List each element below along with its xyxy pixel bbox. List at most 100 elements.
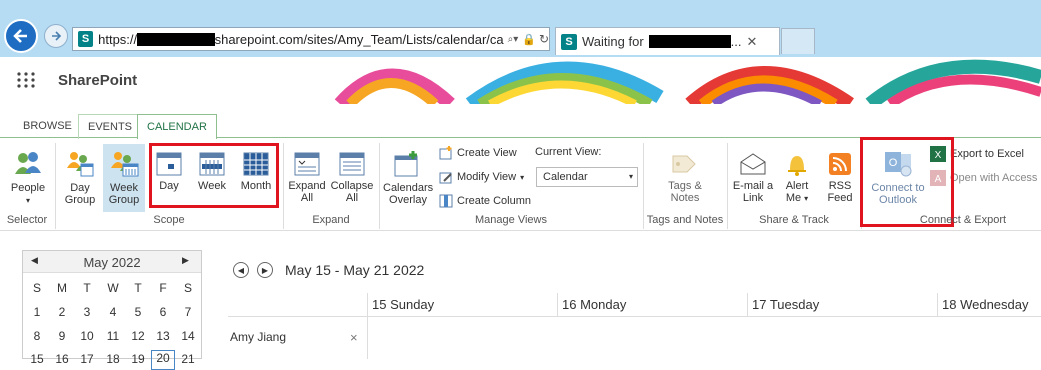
email-icon: [740, 153, 766, 175]
date-cell[interactable]: 16: [50, 352, 74, 366]
sharepoint-brand[interactable]: SharePoint: [58, 72, 137, 89]
current-view-label: Current View:: [535, 146, 602, 158]
date-cell[interactable]: 3: [75, 305, 99, 319]
date-picker-month: May 2022: [83, 255, 141, 270]
calendars-overlay-button[interactable]: Calendars Overlay: [383, 150, 433, 206]
new-tab-button[interactable]: [781, 28, 815, 54]
lock-icon: 🔒: [522, 33, 536, 46]
day-group-label-2: Group: [64, 194, 96, 206]
rainbow-banner-image: [334, 59, 1041, 104]
tab-ellipsis: ...: [730, 34, 742, 49]
current-view-select[interactable]: Calendar ▾: [536, 167, 638, 187]
week-group-icon: [111, 152, 139, 177]
group-label-connect: Connect & Export: [919, 214, 1007, 226]
tab-redaction: [648, 35, 731, 48]
group-label-tags: Tags and Notes: [646, 214, 724, 226]
modify-view-icon: [439, 172, 452, 184]
date-cell[interactable]: 7: [176, 305, 200, 319]
sharepoint-favicon-icon: S: [561, 33, 577, 50]
date-cell[interactable]: 8: [25, 329, 49, 343]
date-cell[interactable]: 15: [25, 352, 49, 366]
date-cell[interactable]: 18: [101, 352, 125, 366]
tags-label-1: Tags &: [668, 180, 702, 192]
week-group-label-2: Group: [108, 194, 140, 206]
export-excel-label: Export to Excel: [950, 148, 1024, 160]
expand-label-1: Expand: [288, 180, 326, 192]
refresh-icon[interactable]: ↻: [539, 32, 549, 46]
next-week-icon[interactable]: ▶: [257, 262, 273, 278]
back-arrow-icon: [13, 29, 27, 43]
create-column-icon: [439, 194, 453, 208]
group-label-selector: Selector: [6, 214, 48, 226]
date-cell[interactable]: 5: [126, 305, 150, 319]
group-label-scope: Scope: [153, 214, 185, 226]
date-cell[interactable]: 1: [25, 305, 49, 319]
tag-icon: [672, 155, 696, 173]
sharepoint-favicon-icon: S: [78, 31, 94, 47]
weekday-header: T: [83, 281, 91, 295]
browser-tab[interactable]: S Waiting for ... ✕: [555, 27, 780, 55]
email-label-1: E-mail a: [732, 180, 774, 192]
tags-notes-button[interactable]: Tags & Notes: [660, 152, 710, 204]
date-cell-today[interactable]: 20: [151, 350, 175, 370]
day-group-label-1: Day: [70, 182, 90, 194]
date-cell[interactable]: 19: [126, 352, 150, 366]
search-icon[interactable]: ⌕▾: [508, 34, 519, 45]
address-bar[interactable]: S https:// sharepoint.com/sites/Amy_Team…: [72, 27, 550, 51]
date-cell[interactable]: 9: [50, 329, 74, 343]
date-cell[interactable]: 12: [126, 329, 150, 343]
back-button[interactable]: [4, 19, 38, 53]
week-group-button[interactable]: Week Group: [103, 144, 145, 212]
app-launcher-icon[interactable]: [16, 72, 36, 88]
forward-arrow-icon: [52, 31, 62, 41]
next-month-icon[interactable]: ▶: [182, 255, 189, 266]
expand-icon: [294, 152, 320, 176]
date-cell[interactable]: 13: [151, 329, 175, 343]
date-cell[interactable]: 10: [75, 329, 99, 343]
tab-calendar[interactable]: CALENDAR: [137, 114, 217, 140]
people-button[interactable]: People ▾: [8, 150, 48, 207]
close-tab-icon[interactable]: ✕: [747, 34, 758, 50]
rss-label-2: Feed: [827, 192, 853, 204]
remove-person-icon[interactable]: ×: [350, 330, 358, 345]
people-label: People: [10, 182, 46, 194]
day-group-button[interactable]: Day Group: [60, 150, 100, 206]
dropdown-arrow-icon: ▾: [628, 172, 633, 181]
tab-events[interactable]: EVENTS: [78, 114, 143, 139]
tags-label-2: Notes: [670, 192, 700, 204]
date-cell[interactable]: 2: [50, 305, 74, 319]
expand-label-2: All: [300, 192, 314, 204]
expand-all-button[interactable]: Expand All: [287, 152, 327, 204]
tab-title: Waiting for: [582, 34, 644, 49]
modify-view-button[interactable]: Modify View ▾: [439, 170, 524, 184]
dropdown-arrow-icon: ▾: [804, 194, 809, 203]
forward-button[interactable]: [44, 24, 68, 48]
alert-label-2: Me: [785, 192, 802, 204]
group-label-share: Share & Track: [759, 214, 829, 226]
create-view-icon: [439, 146, 452, 160]
dropdown-arrow-icon: ▾: [25, 196, 30, 205]
date-cell[interactable]: 4: [101, 305, 125, 319]
weekday-header: S: [32, 281, 41, 295]
email-link-button[interactable]: E-mail a Link: [731, 152, 775, 204]
previous-week-icon[interactable]: ◀: [233, 262, 249, 278]
rss-feed-button[interactable]: RSS Feed: [824, 152, 856, 204]
collapse-all-button[interactable]: Collapse All: [330, 152, 374, 204]
date-range-title: May 15 - May 21 2022: [285, 262, 425, 278]
day-header-sunday: 15 Sunday: [367, 293, 557, 317]
tab-browse[interactable]: BROWSE: [14, 114, 81, 138]
rss-icon: [829, 153, 851, 175]
date-cell[interactable]: 14: [176, 329, 200, 343]
alert-me-button[interactable]: Alert Me ▾: [780, 152, 814, 205]
date-cell[interactable]: 21: [176, 352, 200, 366]
date-cell[interactable]: 17: [75, 352, 99, 366]
date-cell[interactable]: 6: [151, 305, 175, 319]
create-view-button[interactable]: Create View: [439, 146, 517, 160]
url-suffix: sharepoint.com/sites/Amy_Team/Lists/cale…: [214, 31, 504, 47]
bell-icon: [788, 156, 806, 176]
create-column-button[interactable]: Create Column: [439, 194, 531, 208]
date-cell[interactable]: 11: [101, 329, 125, 343]
person-column-divider: [367, 317, 368, 359]
calendars-overlay-icon: [394, 151, 418, 177]
create-view-label: Create View: [457, 147, 517, 159]
